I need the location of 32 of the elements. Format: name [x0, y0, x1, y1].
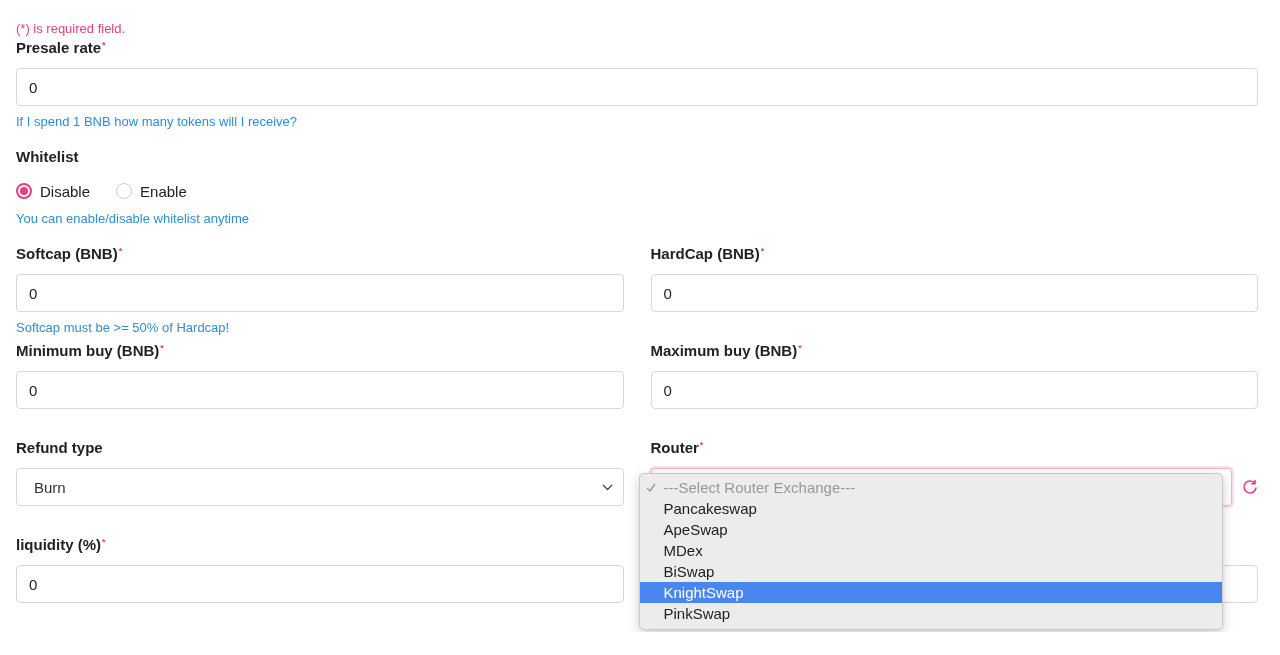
input-field[interactable]: 0	[16, 565, 624, 603]
input-field[interactable]: 0	[16, 274, 624, 312]
hint-text: You can enable/disable whitelist anytime	[16, 211, 249, 227]
hint-text: If I spend 1 BNB how many tokens will I receive?	[16, 114, 298, 130]
refresh-icon[interactable]	[1242, 479, 1258, 495]
field-label: liquidity (%)$^{*}$	[16, 535, 106, 555]
field-label: Maximum buy (BNB)$^{*}$	[650, 341, 802, 361]
field-label: HardCap (BNB)$^{*}$	[650, 244, 765, 264]
input-field[interactable]: 0	[650, 371, 1258, 409]
input-field[interactable]: 0	[16, 371, 624, 409]
hint-text: Softcap must be >= 50% of Hardcap!	[16, 320, 230, 336]
dropdown-option[interactable]: PinkSwap	[639, 603, 1222, 624]
radio-label: Disable	[40, 182, 91, 200]
field-label: Refund type	[16, 438, 103, 458]
field-label: Presale rate$^{*}$	[16, 38, 106, 58]
dropdown-option[interactable]: ApeSwap	[639, 519, 1222, 540]
select-field[interactable]: Burn	[16, 468, 624, 506]
radio-button[interactable]	[16, 183, 32, 199]
field-label: Router$^{*}$	[650, 438, 704, 458]
field-label: Softcap (BNB)$^{*}$	[16, 244, 123, 264]
dropdown-option[interactable]: Pancakeswap	[639, 498, 1222, 519]
required-note: (*) is required field.	[16, 20, 127, 38]
radio-label: Enable	[140, 182, 187, 200]
input-field[interactable]: 0	[650, 274, 1258, 312]
field-label: Minimum buy (BNB)$^{*}$	[16, 341, 164, 361]
field-label: Whitelist	[16, 147, 79, 167]
check-icon	[645, 483, 656, 492]
dropdown-option[interactable]: BiSwap	[639, 561, 1222, 582]
dropdown-option[interactable]: MDex	[639, 540, 1222, 561]
input-field[interactable]: 0	[16, 68, 1258, 106]
chevron-down-icon	[601, 483, 613, 491]
dropdown-option[interactable]: KnightSwap	[639, 582, 1222, 603]
